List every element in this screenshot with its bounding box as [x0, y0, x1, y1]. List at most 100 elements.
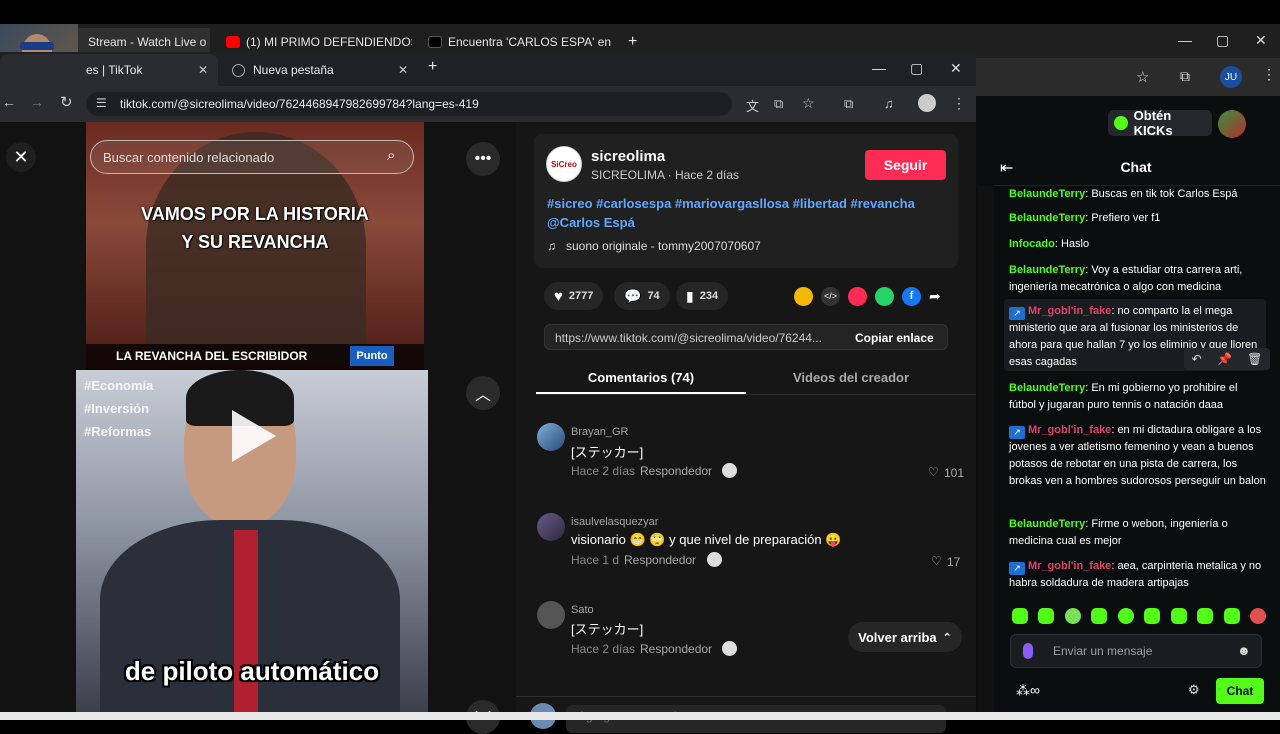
- avatar[interactable]: [537, 513, 565, 541]
- avatar[interactable]: [537, 601, 565, 629]
- emote-icon[interactable]: [1064, 608, 1081, 624]
- mic-icon[interactable]: [1023, 643, 1033, 659]
- emoji-icon[interactable]: ☻: [1237, 643, 1251, 658]
- heart-outline-icon[interactable]: ♡: [928, 465, 939, 479]
- minimize-icon[interactable]: —: [1178, 32, 1192, 48]
- tiktok-icon: [428, 36, 442, 48]
- menu-icon[interactable]: ⋮: [1262, 66, 1276, 83]
- minimize-icon[interactable]: —: [872, 60, 886, 76]
- comment-bubble-icon: 💬: [624, 287, 642, 304]
- reply-button[interactable]: Respondedor: [624, 553, 696, 567]
- media-control-icon[interactable]: ♫: [884, 96, 894, 111]
- close-window-icon[interactable]: ✕: [950, 60, 962, 77]
- comment-text: [ステッカー]: [571, 445, 644, 460]
- close-icon[interactable]: ✕: [6, 142, 36, 172]
- description-mention[interactable]: @Carlos Espá: [547, 215, 635, 230]
- follow-button[interactable]: Seguir: [865, 150, 946, 180]
- save-button[interactable]: ▮ 234: [676, 282, 729, 310]
- facebook-icon[interactable]: f: [902, 286, 921, 306]
- send-chat-button[interactable]: Chat: [1216, 678, 1264, 704]
- sound-name[interactable]: suono originale - tommy2007070607: [566, 239, 761, 253]
- site-info-icon[interactable]: ☰: [96, 96, 107, 110]
- emote-icon[interactable]: [1197, 608, 1214, 624]
- copy-link-button[interactable]: Copiar enlace: [855, 331, 934, 345]
- video-main-frame[interactable]: #Economía #Inversión #Reformas de piloto…: [76, 370, 428, 714]
- more-options-icon[interactable]: •••: [466, 142, 500, 176]
- reply-button[interactable]: Respondedor: [640, 464, 712, 478]
- extensions-icon[interactable]: ⧉: [1180, 68, 1190, 85]
- comment-username[interactable]: Brayan_GR: [571, 426, 628, 438]
- close-window-icon[interactable]: ✕: [1255, 32, 1267, 49]
- comment-time: Hace 2 días: [571, 642, 636, 656]
- delete-icon[interactable]: 🗑: [1247, 352, 1262, 366]
- emote-icon[interactable]: [1038, 608, 1055, 624]
- emote-icon[interactable]: [1091, 608, 1108, 624]
- new-tab-button[interactable]: +: [428, 58, 437, 76]
- badge-icon: ↗: [1009, 307, 1025, 320]
- emote-icon[interactable]: [1249, 608, 1266, 624]
- reply-icon[interactable]: ↶: [1192, 352, 1202, 366]
- emote-icon[interactable]: [1144, 608, 1161, 624]
- video-caption-line2: Y SU REVANCHA: [181, 232, 329, 252]
- lower-third-text: LA REVANCHA DEL ESCRIBIDOR: [116, 349, 308, 363]
- bookmark-star-icon[interactable]: ☆: [1136, 68, 1149, 86]
- author-card: SiCreo sicreolima SICREOLIMA · Hace 2 dí…: [534, 134, 958, 268]
- reply-button[interactable]: Respondedor: [640, 642, 712, 656]
- heart-outline-icon[interactable]: ♡: [931, 554, 942, 568]
- previous-video-chevron-up-icon[interactable]: ︿: [466, 376, 500, 410]
- description-hashtags[interactable]: #sicreo #carlosespa #mariovargasllosa #l…: [547, 196, 915, 211]
- play-icon[interactable]: [232, 410, 276, 462]
- profile-avatar[interactable]: [918, 94, 936, 112]
- tab-tiktok[interactable]: es | TikTok ✕: [0, 54, 218, 86]
- repost-icon[interactable]: [794, 286, 813, 306]
- profile-avatar[interactable]: JU: [1220, 66, 1242, 88]
- pin-icon[interactable]: 📌: [1217, 352, 1232, 366]
- author-handle[interactable]: sicreolima: [591, 148, 665, 165]
- related-search-input[interactable]: Buscar contenido relacionado ⌕: [90, 140, 414, 174]
- extensions-icon[interactable]: ⧉: [844, 96, 853, 112]
- comment-button[interactable]: 💬 74: [614, 282, 670, 310]
- emote-icon[interactable]: [1117, 608, 1134, 624]
- comment-time: Hace 2 días: [571, 464, 636, 478]
- video-tags: #Economía #Inversión #Reformas: [84, 378, 154, 439]
- address-bar[interactable]: ☰ tiktok.com/@sicreolima/video/762446894…: [86, 92, 815, 116]
- share-arrow-icon[interactable]: ➦: [929, 288, 941, 305]
- reload-icon[interactable]: ↻: [60, 93, 73, 111]
- video-link-text: https://www.tiktok.com/@sicreolima/video…: [555, 331, 822, 345]
- tab-comments[interactable]: Comentarios (74): [536, 364, 746, 394]
- embed-icon[interactable]: </>: [821, 286, 840, 306]
- emote-icon[interactable]: [1170, 608, 1187, 624]
- url-text: tiktok.com/@sicreolima/video/76244689479…: [120, 97, 479, 111]
- bookmark-star-icon[interactable]: ☆: [802, 95, 815, 112]
- menu-icon[interactable]: ⋮: [952, 95, 966, 112]
- emote-icon[interactable]: [1223, 608, 1240, 624]
- close-icon[interactable]: ✕: [198, 63, 208, 77]
- kick-points-icon[interactable]: ⁂∞: [1016, 682, 1040, 699]
- maximize-icon[interactable]: ▢: [910, 60, 923, 77]
- back-to-top-button[interactable]: Volver arriba ⌃: [848, 622, 962, 652]
- comment-like-count: 17: [947, 555, 961, 569]
- comment-username[interactable]: isaulvelasquezyar: [571, 516, 658, 528]
- back-arrow-icon[interactable]: ←: [2, 94, 16, 110]
- channel-logo: Punto: [350, 346, 394, 366]
- comment-username[interactable]: Sato: [571, 604, 594, 616]
- emote-icon[interactable]: [1012, 608, 1028, 624]
- forward-arrow-icon[interactable]: →: [30, 94, 44, 110]
- install-app-icon[interactable]: ⧉: [774, 96, 783, 112]
- tab-new-tab[interactable]: Nueva pestaña ✕: [222, 54, 418, 86]
- get-kicks-button[interactable]: Obtén KICKs: [1108, 108, 1212, 138]
- close-icon[interactable]: ✕: [398, 63, 408, 77]
- author-avatar[interactable]: SiCreo: [546, 146, 582, 182]
- avatar[interactable]: [537, 423, 565, 451]
- maximize-icon[interactable]: ▢: [1216, 32, 1229, 49]
- translate-icon[interactable]: 文: [746, 96, 759, 115]
- search-icon[interactable]: ⌕: [387, 147, 395, 164]
- tab-label: Stream - Watch Live o: [88, 35, 207, 49]
- send-icon[interactable]: [848, 286, 867, 306]
- tab-creator-videos[interactable]: Videos del creador: [746, 364, 956, 394]
- like-button[interactable]: ♥ 2777: [544, 282, 604, 310]
- user-avatar[interactable]: [1218, 110, 1246, 138]
- settings-gear-icon[interactable]: ⚙: [1188, 682, 1200, 698]
- chat-input[interactable]: Enviar un mensaje ☻: [1010, 634, 1262, 668]
- whatsapp-icon[interactable]: [875, 286, 894, 306]
